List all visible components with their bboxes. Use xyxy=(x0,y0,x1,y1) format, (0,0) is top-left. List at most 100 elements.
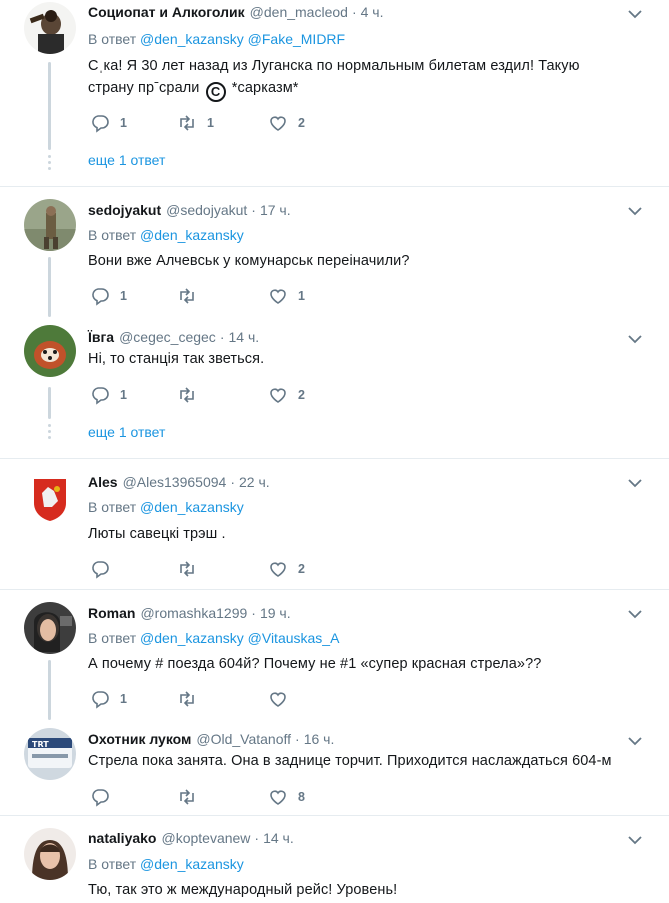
retweet-button[interactable] xyxy=(177,385,207,405)
retweet-icon xyxy=(180,288,194,304)
timestamp[interactable]: 22 ч. xyxy=(239,473,270,491)
user-handle[interactable]: @den_macleod xyxy=(250,3,348,21)
tweet-6[interactable]: TRT Охотник луком @Old_Vatanoff · 16 ч. … xyxy=(0,720,669,815)
heart-icon xyxy=(270,562,286,577)
user-name[interactable]: Социопат и Алкоголик xyxy=(88,3,245,21)
avatar[interactable] xyxy=(24,602,76,654)
reply-button[interactable]: 1 xyxy=(90,689,127,709)
reply-button[interactable] xyxy=(90,787,120,807)
like-button[interactable] xyxy=(268,689,298,709)
reply-icon xyxy=(92,115,109,133)
retweet-button[interactable]: 1 xyxy=(177,113,214,133)
timestamp[interactable]: 19 ч. xyxy=(260,604,291,622)
retweet-button[interactable] xyxy=(177,787,207,807)
reply-context: В ответ @den_kazansky @Vitauskas_A xyxy=(88,629,339,647)
user-handle[interactable]: @romashka1299 xyxy=(140,604,247,622)
like-count: 1 xyxy=(298,289,305,303)
avatar[interactable] xyxy=(24,199,76,251)
tweet-text: Тю, так это ж международный рейс! Уровен… xyxy=(88,882,398,898)
mention-link[interactable]: @Vitauskas_A xyxy=(248,630,340,646)
avatar[interactable] xyxy=(24,2,76,54)
user-name[interactable]: Ales xyxy=(88,473,118,491)
tweet-header: sedojyakut @sedojyakut · 17 ч. xyxy=(88,201,291,219)
show-more-replies-link[interactable]: еще 1 ответ xyxy=(88,424,165,440)
mention-link[interactable]: @den_kazansky xyxy=(140,856,244,872)
heart-icon xyxy=(270,388,286,403)
timestamp[interactable]: 17 ч. xyxy=(260,201,291,219)
user-name[interactable]: Roman xyxy=(88,604,135,622)
timestamp[interactable]: 14 ч. xyxy=(228,328,259,346)
timestamp[interactable]: 16 ч. xyxy=(304,730,335,748)
tweet-7[interactable]: nataliyako @koptevanew · 14 ч. В ответ @… xyxy=(0,816,669,903)
avatar[interactable] xyxy=(24,828,76,880)
heart-icon xyxy=(270,790,286,805)
reply-context: В ответ @den_kazansky xyxy=(88,855,244,873)
mention-link[interactable]: @den_kazansky xyxy=(140,31,244,47)
user-name[interactable]: Охотник луком xyxy=(88,730,191,748)
chevron-down-icon[interactable] xyxy=(627,606,643,622)
user-handle[interactable]: @koptevanew xyxy=(161,829,250,847)
user-handle[interactable]: @Ales13965094 xyxy=(123,473,227,491)
tweet-5[interactable]: Roman @romashka1299 · 19 ч. В ответ @den… xyxy=(0,590,669,720)
reply-count: 1 xyxy=(120,692,127,706)
tweet-3[interactable]: Ївга @cegec_cegec · 14 ч. Ні, то станція… xyxy=(0,317,669,458)
retweet-button[interactable] xyxy=(177,689,207,709)
like-count: 2 xyxy=(298,562,305,576)
like-count: 2 xyxy=(298,388,305,402)
like-button[interactable]: 2 xyxy=(268,385,305,405)
separator-dot: · xyxy=(230,474,235,490)
user-handle[interactable]: @cegec_cegec xyxy=(119,328,216,346)
reply-button[interactable]: 1 xyxy=(90,113,127,133)
copyright-icon: C xyxy=(205,82,226,102)
chevron-down-icon[interactable] xyxy=(627,832,643,848)
retweet-button[interactable] xyxy=(177,286,207,306)
chevron-down-icon[interactable] xyxy=(627,331,643,347)
like-button[interactable]: 1 xyxy=(268,286,305,306)
like-count: 8 xyxy=(298,790,305,804)
mention-link[interactable]: @Fake_MIDRF xyxy=(248,31,345,47)
tweet-4[interactable]: Ales @Ales13965094 · 22 ч. В ответ @den_… xyxy=(0,459,669,589)
timestamp[interactable]: 4 ч. xyxy=(361,3,384,21)
replies-feed: Социопат и Алкоголик @den_macleod · 4 ч.… xyxy=(0,0,669,903)
chevron-down-icon[interactable] xyxy=(627,203,643,219)
mention-link[interactable]: @den_kazansky xyxy=(140,499,244,515)
svg-text:TRT: TRT xyxy=(32,740,49,749)
tweet-text-part: *сарказм* xyxy=(227,80,299,96)
user-name[interactable]: Ївга xyxy=(88,328,114,346)
tweet-header: Roman @romashka1299 · 19 ч. xyxy=(88,604,291,622)
user-handle[interactable]: @sedojyakut xyxy=(166,201,247,219)
tweet-2[interactable]: sedojyakut @sedojyakut · 17 ч. В ответ @… xyxy=(0,187,669,317)
retweet-button[interactable] xyxy=(177,559,207,579)
user-handle[interactable]: @Old_Vatanoff xyxy=(196,730,291,748)
tweet-text: Сˌка! Я 30 лет назад из Луганска по норм… xyxy=(88,55,608,102)
reply-button[interactable]: 1 xyxy=(90,385,127,405)
tweet-header: nataliyako @koptevanew · 14 ч. xyxy=(88,829,294,847)
thread-dot xyxy=(48,167,51,170)
chevron-down-icon[interactable] xyxy=(627,733,643,749)
like-button[interactable]: 2 xyxy=(268,559,305,579)
user-name[interactable]: nataliyako xyxy=(88,829,156,847)
avatar[interactable] xyxy=(24,471,76,523)
avatar[interactable]: TRT xyxy=(24,728,76,780)
reply-button[interactable] xyxy=(90,559,120,579)
like-button[interactable]: 2 xyxy=(268,113,305,133)
chevron-down-icon[interactable] xyxy=(627,475,643,491)
mention-link[interactable]: @den_kazansky xyxy=(140,630,244,646)
like-button[interactable]: 8 xyxy=(268,787,305,807)
user-name[interactable]: sedojyakut xyxy=(88,201,161,219)
tweet-actions: 1 1 xyxy=(90,286,390,306)
reply-icon xyxy=(92,691,109,709)
reply-button[interactable]: 1 xyxy=(90,286,127,306)
reply-to-label: В ответ xyxy=(88,499,137,515)
timestamp[interactable]: 14 ч. xyxy=(263,829,294,847)
tweet-1[interactable]: Социопат и Алкоголик @den_macleod · 4 ч.… xyxy=(0,0,669,186)
retweet-count: 1 xyxy=(207,116,214,130)
mention-link[interactable]: @den_kazansky xyxy=(140,227,244,243)
reply-context: В ответ @den_kazansky xyxy=(88,226,244,244)
separator-dot: · xyxy=(219,329,225,345)
tweet-text-part: Сˌка! Я 30 лет назад из Луганска по норм… xyxy=(88,58,580,96)
heart-icon xyxy=(270,116,286,131)
avatar[interactable] xyxy=(24,325,76,377)
chevron-down-icon[interactable] xyxy=(627,6,643,22)
show-more-replies-link[interactable]: еще 1 ответ xyxy=(88,152,165,168)
